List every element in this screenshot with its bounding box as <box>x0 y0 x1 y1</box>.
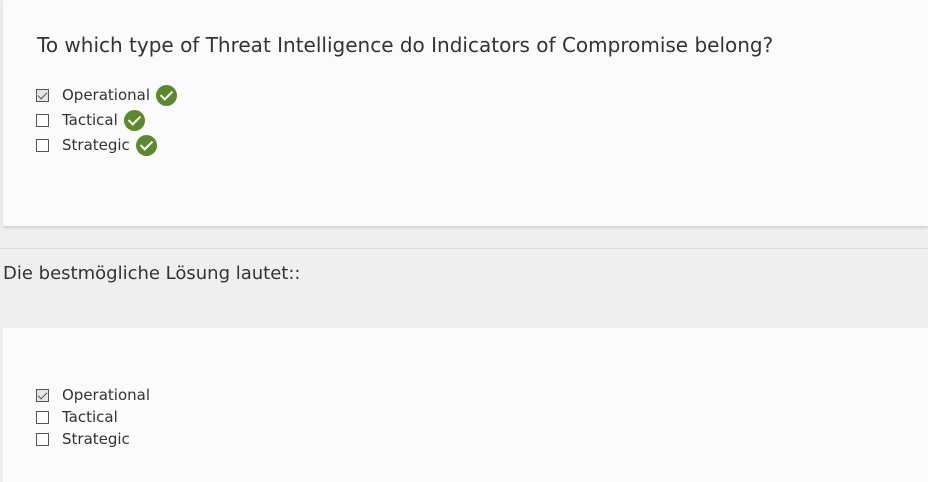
correct-check-icon <box>156 84 178 106</box>
answer-option-tactical[interactable]: Tactical <box>36 109 145 131</box>
solution-option-operational: Operational <box>36 384 150 406</box>
solution-option-strategic: Strategic <box>36 428 130 450</box>
answer-option-label: Operational <box>62 86 151 104</box>
answer-option-strategic[interactable]: Strategic <box>36 134 157 156</box>
solution-option-label: Operational <box>62 386 151 404</box>
question-text: To which type of Threat Intelligence do … <box>37 33 774 57</box>
checkbox-unchecked[interactable] <box>36 113 49 127</box>
solution-option-label: Tactical <box>62 408 118 426</box>
correct-check-icon <box>123 109 145 131</box>
checkbox-checked <box>36 388 49 402</box>
checkbox-unchecked <box>36 410 49 424</box>
answer-option-label: Tactical <box>62 111 118 129</box>
solution-heading: Die bestmögliche Lösung lautet:: <box>3 263 301 284</box>
solution-option-label: Strategic <box>62 430 130 448</box>
checkbox-unchecked[interactable] <box>36 138 49 152</box>
answer-option-label: Strategic <box>62 136 130 154</box>
correct-check-icon <box>135 134 157 156</box>
section-divider <box>0 248 928 249</box>
solution-card: Operational Tactical Strategic <box>3 328 928 482</box>
answer-option-operational[interactable]: Operational <box>36 84 178 106</box>
question-card: To which type of Threat Intelligence do … <box>3 0 928 226</box>
checkbox-checked[interactable] <box>36 88 49 102</box>
solution-option-tactical: Tactical <box>36 406 118 428</box>
checkbox-unchecked <box>36 432 49 446</box>
